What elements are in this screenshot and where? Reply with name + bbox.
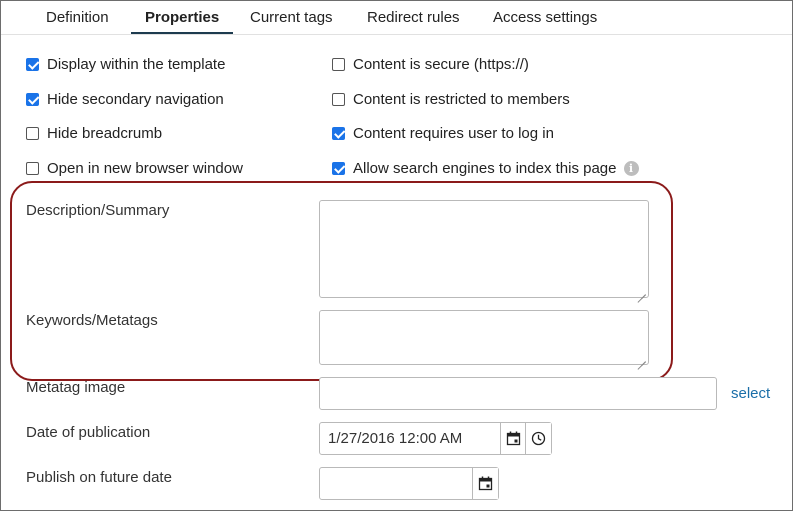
checkbox-hide-secondary-navigation[interactable] xyxy=(26,92,39,106)
option-label: Content requires user to log in xyxy=(353,124,554,142)
future-date-input[interactable] xyxy=(319,467,499,500)
description-label: Description/Summary xyxy=(26,202,170,219)
metatag-image-input[interactable] xyxy=(319,377,717,410)
option-label: Open in new browser window xyxy=(47,159,243,177)
option-content-secure[interactable]: Content is secure (https://) xyxy=(332,54,529,74)
option-label: Hide secondary navigation xyxy=(47,90,224,108)
publication-date-label: Date of publication xyxy=(26,424,151,441)
option-hide-secondary-navigation[interactable]: Hide secondary navigation xyxy=(26,89,224,109)
metatag-image-label: Metatag image xyxy=(26,379,126,396)
option-open-new-window[interactable]: Open in new browser window xyxy=(26,158,243,178)
checkbox-open-new-window[interactable] xyxy=(26,161,39,175)
option-label: Display within the template xyxy=(47,55,226,73)
option-requires-login[interactable]: Content requires user to log in xyxy=(332,123,554,143)
tab-divider xyxy=(1,34,792,35)
tab-definition[interactable]: Definition xyxy=(32,1,123,35)
tab-current-tags[interactable]: Current tags xyxy=(236,1,347,35)
keywords-label: Keywords/Metatags xyxy=(26,312,158,329)
option-display-within-template[interactable]: Display within the template xyxy=(26,54,225,74)
resize-grip-icon[interactable] xyxy=(637,286,646,295)
option-label: Allow search engines to index this page xyxy=(353,159,617,177)
info-icon[interactable]: i xyxy=(623,160,639,176)
clock-icon[interactable] xyxy=(525,423,551,454)
resize-grip-icon[interactable] xyxy=(637,353,646,362)
tab-bar: Definition Properties Current tags Redir… xyxy=(1,1,792,35)
description-textarea[interactable] xyxy=(319,200,649,298)
checkbox-display-within-template[interactable] xyxy=(26,57,39,71)
checkbox-hide-breadcrumb[interactable] xyxy=(26,126,39,140)
keywords-textarea[interactable] xyxy=(319,310,649,365)
tab-access-settings[interactable]: Access settings xyxy=(479,1,611,35)
calendar-icon[interactable] xyxy=(500,423,526,454)
checkbox-allow-search-index[interactable] xyxy=(332,161,345,175)
publication-date-value: 1/27/2016 12:00 AM xyxy=(328,430,463,447)
option-label: Hide breadcrumb xyxy=(47,124,163,142)
select-image-link[interactable]: select xyxy=(731,385,770,402)
option-label: Content is restricted to members xyxy=(353,90,570,108)
tab-properties[interactable]: Properties xyxy=(131,1,234,35)
option-content-restricted[interactable]: Content is restricted to members xyxy=(332,89,570,109)
option-label: Content is secure (https://) xyxy=(353,55,529,73)
checkbox-content-restricted[interactable] xyxy=(332,92,345,106)
tab-redirect-rules[interactable]: Redirect rules xyxy=(353,1,474,35)
calendar-icon[interactable] xyxy=(472,468,498,499)
checkbox-content-secure[interactable] xyxy=(332,57,345,71)
checkbox-requires-login[interactable] xyxy=(332,126,345,140)
future-date-label: Publish on future date xyxy=(26,469,172,486)
option-hide-breadcrumb[interactable]: Hide breadcrumb xyxy=(26,123,162,143)
publication-date-input[interactable]: 1/27/2016 12:00 AM xyxy=(319,422,552,455)
option-allow-search-index[interactable]: Allow search engines to index this page … xyxy=(332,158,639,178)
properties-panel: Definition Properties Current tags Redir… xyxy=(0,0,793,511)
